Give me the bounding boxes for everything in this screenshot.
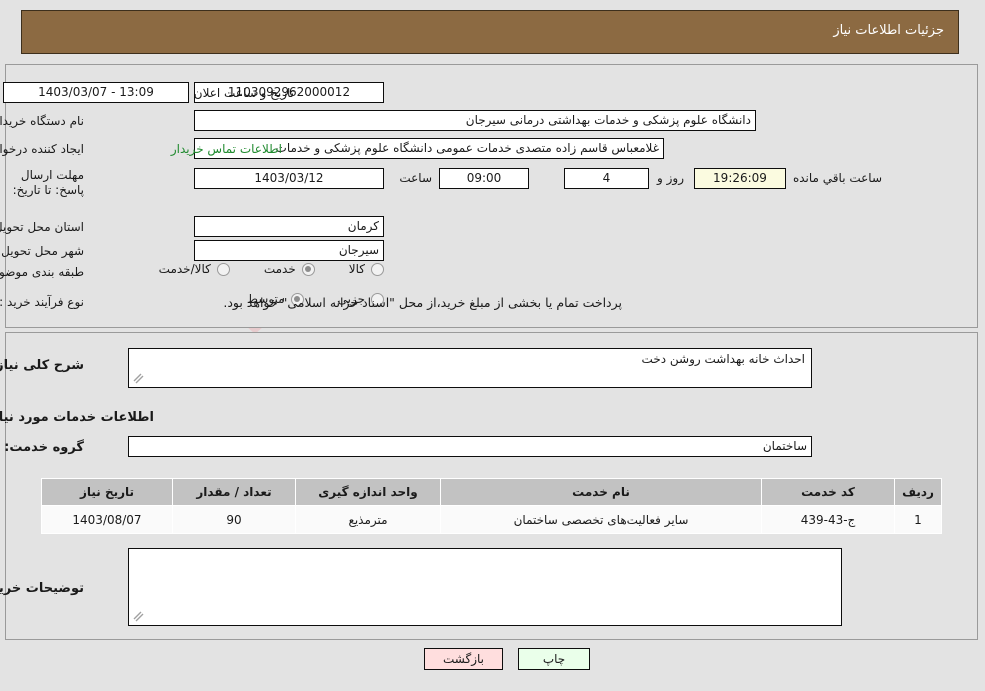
table-row: 1 ج-43-439 سایر فعالیت‌های تخصصی ساختمان… [42,505,943,534]
page-header: جزئیات اطلاعات نیاز [22,10,960,54]
city-label: شهر محل تحویل: [0,244,85,258]
buyer-notes-label: توضیحات خریدار: [0,581,85,596]
page-root: AriaTender.net جزئیات اطلاعات نیاز شماره… [0,0,985,691]
table-header-row: ردیف کد خدمت نام خدمت واحد اندازه گیری ت… [42,478,943,506]
cell-need-date: 1403/08/07 [42,505,174,534]
buyer-org-field[interactable]: دانشگاه علوم پزشکی و خدمات بهداشتی درمان… [195,110,757,131]
treasury-note: پرداخت تمام یا بخشی از مبلغ خرید،از محل … [224,295,623,310]
col-unit: واحد اندازه گیری [296,478,442,506]
buyer-org-label: نام دستگاه خریدار: [0,114,85,128]
remaining-hours-label: ساعت باقي مانده [793,171,883,185]
resize-grip-icon[interactable] [134,373,146,385]
general-desc-textarea[interactable]: احداث خانه بهداشت روشن دخت [129,348,813,388]
buyer-contact-link[interactable]: اطلاعات تماس خریدار [172,142,283,156]
general-desc-label: شرح کلی نیاز: [0,358,85,373]
service-group-field[interactable]: ساختمان [129,436,813,457]
deadline-time-field[interactable]: 09:00 [440,168,530,189]
category-radio-group: کالا خدمت کالا/خدمت [160,262,385,276]
cell-quantity: 90 [173,505,297,534]
category-option-khedmat-label: خدمت [264,262,297,276]
category-label: طبقه بندی موضوعی: [0,265,85,279]
cell-radif: 1 [895,505,943,534]
cell-service-code: ج-43-439 [762,505,896,534]
print-button[interactable]: چاپ [519,648,591,670]
category-option-kala-label: کالا [349,262,366,276]
deadline-time-label: ساعت [400,171,433,185]
col-radif: ردیف [895,478,943,506]
col-service-name: نام خدمت [441,478,763,506]
radio-icon-kala-khedmat[interactable] [217,262,231,276]
page-title: جزئیات اطلاعات نیاز [834,23,945,38]
radio-icon-khedmat[interactable] [302,262,316,276]
deadline-label: مهلت ارسال پاسخ: تا تاریخ: [13,168,85,197]
col-quantity: تعداد / مقدار [173,478,297,506]
province-field[interactable]: کرمان [195,216,385,237]
announce-date-field[interactable]: 13:09 - 1403/03/07 [4,82,190,103]
col-need-date: تاریخ نیاز [42,478,174,506]
services-heading: اطلاعات خدمات مورد نیاز [0,410,155,425]
category-option-kala-khedmat-label: کالا/خدمت [159,262,212,276]
buyer-notes-textarea[interactable] [129,548,843,626]
remaining-days-label: روز و [658,171,685,185]
deadline-date-field[interactable]: 1403/03/12 [195,168,385,189]
category-option-kala-khedmat[interactable]: کالا/خدمت [160,262,231,276]
process-label: نوع فرآیند خرید : [0,295,85,309]
category-option-kala[interactable]: کالا [350,262,385,276]
col-service-code: کد خدمت [762,478,896,506]
province-label: استان محل تحویل: [0,220,85,234]
general-desc-value: احداث خانه بهداشت روشن دخت [642,352,806,366]
creator-label: ایجاد کننده درخواست: [0,142,85,156]
category-option-khedmat[interactable]: خدمت [265,262,316,276]
need-info-panel [6,64,979,328]
services-table: ردیف کد خدمت نام خدمت واحد اندازه گیری ت… [42,478,943,534]
resize-grip-icon-2[interactable] [134,611,146,623]
radio-icon-kala[interactable] [372,262,385,276]
cell-unit: مترمذیع [296,505,442,534]
remaining-days-field[interactable]: 4 [565,168,650,189]
countdown-field[interactable]: 19:26:09 [695,168,787,189]
back-button[interactable]: بازگشت [425,648,504,670]
city-field[interactable]: سیرجان [195,240,385,261]
service-group-label: گروه خدمت: [5,440,85,455]
cell-service-name: سایر فعالیت‌های تخصصی ساختمان [441,505,763,534]
